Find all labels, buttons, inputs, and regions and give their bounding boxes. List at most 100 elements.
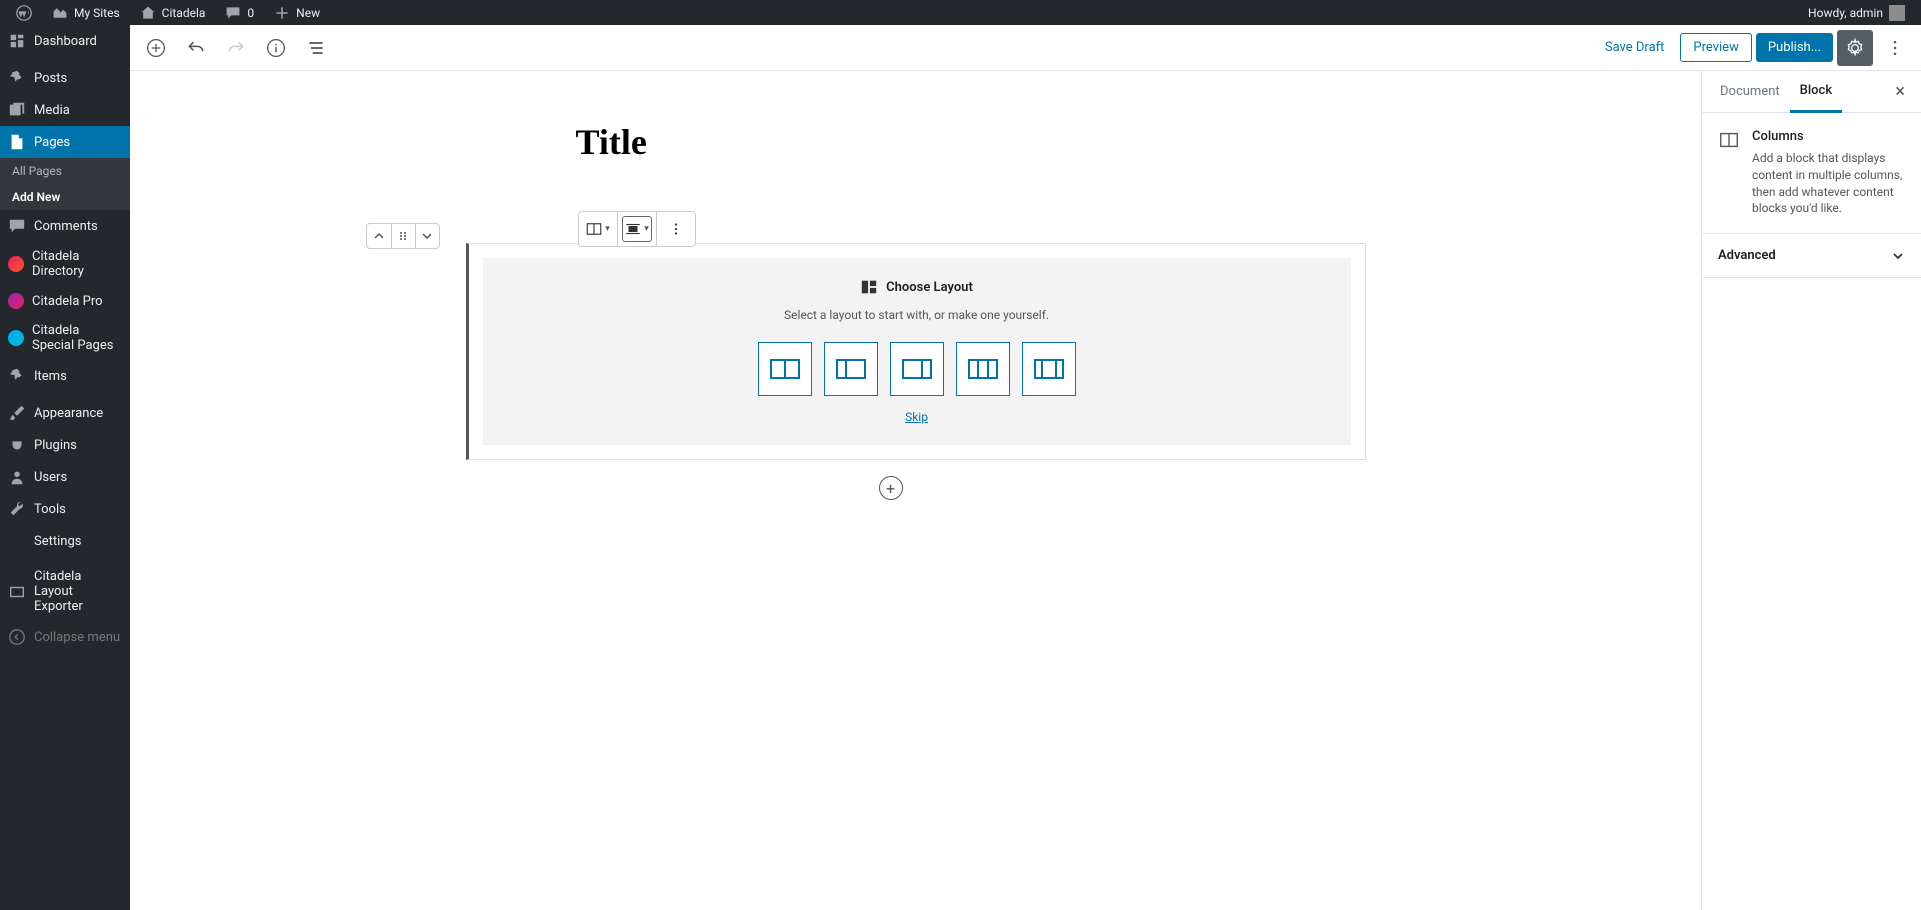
- pin-icon: [8, 367, 26, 385]
- publish-button[interactable]: Publish...: [1756, 33, 1833, 62]
- sidebar-sub-add-new[interactable]: Add New: [0, 184, 130, 210]
- editor-header: Save Draft Preview Publish...: [130, 25, 1921, 71]
- more-vertical-icon: [1885, 38, 1905, 58]
- sidebar-item-comments[interactable]: Comments: [0, 210, 130, 242]
- move-down-button[interactable]: [415, 224, 439, 248]
- tab-document[interactable]: Document: [1710, 72, 1790, 111]
- add-block-button[interactable]: [138, 30, 174, 66]
- sidebar-item-label: Comments: [34, 219, 98, 234]
- sidebar-item-users[interactable]: Users: [0, 461, 130, 493]
- sidebar-item-label: Collapse menu: [34, 630, 120, 645]
- plug-icon: [8, 436, 26, 454]
- layout-option-33-33-33[interactable]: [956, 342, 1010, 396]
- close-panel-button[interactable]: ×: [1887, 77, 1913, 106]
- sidebar-item-label: Citadela Directory: [32, 249, 122, 279]
- more-vertical-icon: [667, 220, 685, 238]
- sidebar-item-label: Dashboard: [34, 34, 97, 49]
- comment-icon: [225, 5, 241, 21]
- citadela-pro-icon: [8, 293, 24, 309]
- preview-button[interactable]: Preview: [1680, 33, 1751, 62]
- advanced-section-toggle[interactable]: Advanced: [1702, 234, 1921, 278]
- editor-area: Save Draft Preview Publish...: [130, 25, 1921, 910]
- redo-button[interactable]: [218, 30, 254, 66]
- block-more-button[interactable]: [661, 216, 691, 242]
- home-icon: [140, 5, 156, 21]
- redo-icon: [226, 38, 246, 58]
- sidebar-item-label: Pages: [34, 135, 70, 150]
- skip-link[interactable]: Skip: [905, 410, 928, 424]
- choose-layout-label: Choose Layout: [886, 280, 973, 295]
- sidebar-item-tools[interactable]: Tools: [0, 493, 130, 525]
- pin-icon: [8, 69, 26, 87]
- drag-icon: [397, 230, 409, 242]
- block-description: Add a block that displays content in mul…: [1752, 150, 1905, 217]
- sidebar-item-citadela-directory[interactable]: Citadela Directory: [0, 242, 130, 286]
- move-up-button[interactable]: [367, 224, 391, 248]
- undo-icon: [186, 38, 206, 58]
- account-link[interactable]: Howdy, admin: [1800, 5, 1913, 21]
- advanced-label: Advanced: [1718, 248, 1776, 263]
- sidebar-item-label: Settings: [34, 534, 81, 549]
- drag-handle[interactable]: [391, 224, 415, 248]
- undo-button[interactable]: [178, 30, 214, 66]
- gear-icon: [1845, 38, 1865, 58]
- layout-option-25-50-25[interactable]: [1022, 342, 1076, 396]
- block-type-button[interactable]: ▾: [583, 216, 613, 242]
- layout-option-30-70[interactable]: [824, 342, 878, 396]
- sidebar-item-citadela-special[interactable]: Citadela Special Pages: [0, 316, 130, 360]
- sidebar-item-media[interactable]: Media: [0, 94, 130, 126]
- sidebar-collapse[interactable]: Collapse menu: [0, 621, 130, 653]
- align-button[interactable]: ▾: [622, 216, 652, 242]
- settings-toggle-button[interactable]: [1837, 30, 1873, 66]
- my-sites-link[interactable]: My Sites: [44, 5, 128, 21]
- sidebar-item-label: Posts: [34, 71, 67, 86]
- align-icon: [624, 220, 642, 238]
- sidebar-item-appearance[interactable]: Appearance: [0, 397, 130, 429]
- columns-icon: [1718, 129, 1740, 151]
- block-movers: [366, 223, 440, 249]
- sidebar-item-plugins[interactable]: Plugins: [0, 429, 130, 461]
- tab-block[interactable]: Block: [1790, 71, 1842, 113]
- sidebar-item-posts[interactable]: Posts: [0, 62, 130, 94]
- dropdown-caret-icon: ▾: [605, 224, 610, 234]
- comment-icon: [8, 217, 26, 235]
- list-icon: [306, 38, 326, 58]
- admin-sidebar: Dashboard Posts Media Pages All Pages Ad…: [0, 25, 130, 910]
- layout-option-70-30[interactable]: [890, 342, 944, 396]
- sidebar-item-settings[interactable]: Settings: [0, 525, 130, 557]
- my-sites-label: My Sites: [74, 6, 120, 20]
- editor-canvas[interactable]: ▾ ▾: [130, 71, 1701, 910]
- layout-subtitle: Select a layout to start with, or make o…: [503, 308, 1331, 322]
- info-button[interactable]: [258, 30, 294, 66]
- sidebar-item-dashboard[interactable]: Dashboard: [0, 25, 130, 57]
- columns-placeholder: Choose Layout Select a layout to start w…: [483, 258, 1351, 445]
- citadela-special-icon: [8, 330, 24, 346]
- add-block-after-button[interactable]: +: [879, 476, 903, 500]
- sidebar-item-label: Users: [34, 470, 67, 485]
- page-title-input[interactable]: [576, 121, 1256, 163]
- sidebar-item-layout-exporter[interactable]: Citadela Layout Exporter: [0, 562, 130, 621]
- sidebar-item-pages[interactable]: Pages: [0, 126, 130, 158]
- comments-link[interactable]: 0: [217, 5, 262, 21]
- wordpress-icon: [16, 5, 32, 21]
- outline-button[interactable]: [298, 30, 334, 66]
- site-name-label: Citadela: [162, 6, 206, 20]
- new-link[interactable]: New: [266, 5, 328, 21]
- site-link[interactable]: Citadela: [132, 5, 214, 21]
- sidebar-item-label: Items: [34, 369, 67, 384]
- export-icon: [8, 583, 26, 601]
- wp-logo[interactable]: [8, 5, 40, 21]
- citadela-directory-icon: [8, 256, 24, 272]
- layout-option-50-50[interactable]: [758, 342, 812, 396]
- more-menu-button[interactable]: [1877, 30, 1913, 66]
- plus-icon: [274, 5, 290, 21]
- dashboard-icon: [8, 32, 26, 50]
- dropdown-caret-icon: ▾: [644, 224, 649, 234]
- settings-panel: Document Block × Columns Add a block tha…: [1701, 71, 1921, 910]
- save-draft-button[interactable]: Save Draft: [1593, 32, 1677, 63]
- columns-block[interactable]: Choose Layout Select a layout to start w…: [466, 243, 1366, 460]
- sidebar-item-citadela-pro[interactable]: Citadela Pro: [0, 286, 130, 316]
- sidebar-item-label: Citadela Pro: [32, 294, 103, 309]
- sidebar-sub-all-pages[interactable]: All Pages: [0, 158, 130, 184]
- sidebar-item-items[interactable]: Items: [0, 360, 130, 392]
